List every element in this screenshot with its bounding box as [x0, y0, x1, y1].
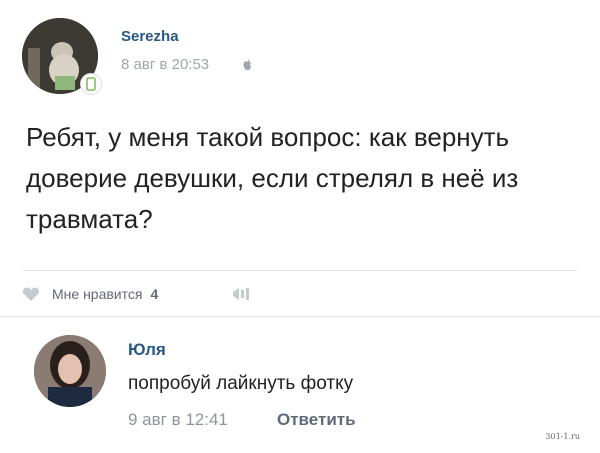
comment-text: попробуй лайкнуть фотку: [128, 373, 354, 394]
divider: [22, 270, 578, 271]
like-label: Мне нравится: [52, 286, 143, 302]
heart-icon: [22, 287, 40, 301]
like-button[interactable]: Мне нравится 4: [22, 286, 158, 302]
reply-button[interactable]: Ответить: [277, 410, 356, 430]
comment-author-name[interactable]: Юля: [128, 340, 166, 360]
apple-icon: [242, 59, 252, 74]
like-count: 4: [150, 286, 159, 302]
share-icon[interactable]: [232, 287, 252, 301]
divider: [0, 316, 600, 317]
comment-date[interactable]: 9 авг в 12:41: [128, 410, 228, 430]
mobile-device-icon: [80, 73, 102, 95]
post-author-name[interactable]: Serezha: [121, 28, 179, 45]
post-date[interactable]: 8 авг в 20:53: [121, 56, 209, 73]
comment-author-avatar[interactable]: [34, 335, 106, 407]
post-text: Ребят, у меня такой вопрос: как вернуть …: [26, 122, 519, 234]
watermark: 301-1.ru: [545, 432, 580, 441]
